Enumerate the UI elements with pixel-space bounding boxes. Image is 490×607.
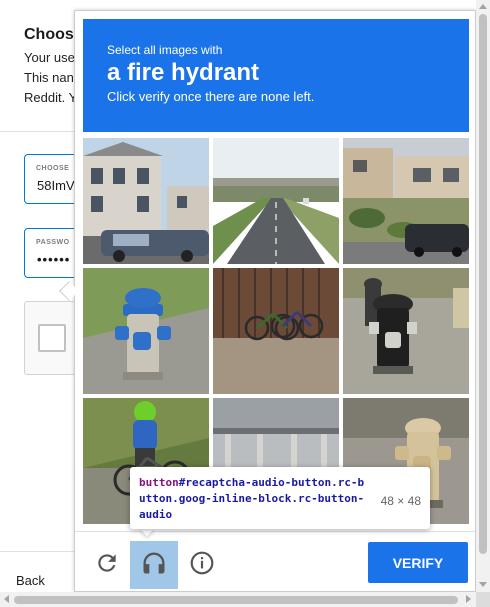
- scroll-down-icon[interactable]: [479, 582, 487, 587]
- reload-button[interactable]: [83, 541, 131, 589]
- password-value: ••••••: [37, 252, 71, 267]
- verify-button[interactable]: VERIFY: [368, 542, 468, 583]
- challenge-select-text: Select all images with: [107, 43, 223, 57]
- recaptcha-checkbox[interactable]: [38, 324, 66, 352]
- headphones-icon: [140, 549, 168, 582]
- hillside-houses-tile[interactable]: [343, 138, 469, 264]
- inspect-tooltip: button#recaptcha-audio-button.rc-button.…: [130, 467, 430, 529]
- blue-fire-hydrant-tile[interactable]: [83, 268, 209, 394]
- scroll-up-icon[interactable]: [479, 4, 487, 9]
- audio-button[interactable]: [130, 541, 178, 589]
- selector-tag: button: [139, 476, 179, 489]
- info-icon: [189, 550, 215, 581]
- horizontal-scrollbar[interactable]: [0, 592, 476, 607]
- help-button[interactable]: [178, 541, 226, 589]
- house-with-parked-car-tile[interactable]: [83, 138, 209, 264]
- highway-tile[interactable]: [213, 138, 339, 264]
- challenge-header: Select all images with a fire hydrant Cl…: [83, 19, 469, 132]
- divider: [0, 551, 80, 552]
- scroll-right-icon[interactable]: [466, 595, 471, 603]
- signup-title: Choos: [24, 26, 74, 43]
- challenge-instruction: Click verify once there are none left.: [107, 89, 315, 104]
- element-selector: button#recaptcha-audio-button.rc-button.…: [139, 475, 369, 523]
- back-link[interactable]: Back: [16, 573, 45, 588]
- divider: [0, 131, 80, 132]
- password-label: PASSWO: [36, 239, 70, 246]
- vertical-scrollbar[interactable]: [476, 0, 490, 592]
- element-dimensions: 48 × 48: [380, 494, 421, 508]
- challenge-object: a fire hydrant: [107, 59, 260, 86]
- username-value: 58ImV: [37, 178, 75, 193]
- horizontal-scroll-thumb[interactable]: [14, 596, 458, 604]
- bicycles-by-fence-tile[interactable]: [213, 268, 339, 394]
- black-fire-hydrant-tile[interactable]: [343, 268, 469, 394]
- scrollbar-corner: [476, 592, 490, 607]
- reload-icon: [94, 550, 120, 581]
- footer-divider: [75, 531, 475, 532]
- vertical-scroll-thumb[interactable]: [479, 14, 487, 554]
- username-label: CHOOSE: [36, 165, 70, 172]
- scroll-left-icon[interactable]: [4, 595, 9, 603]
